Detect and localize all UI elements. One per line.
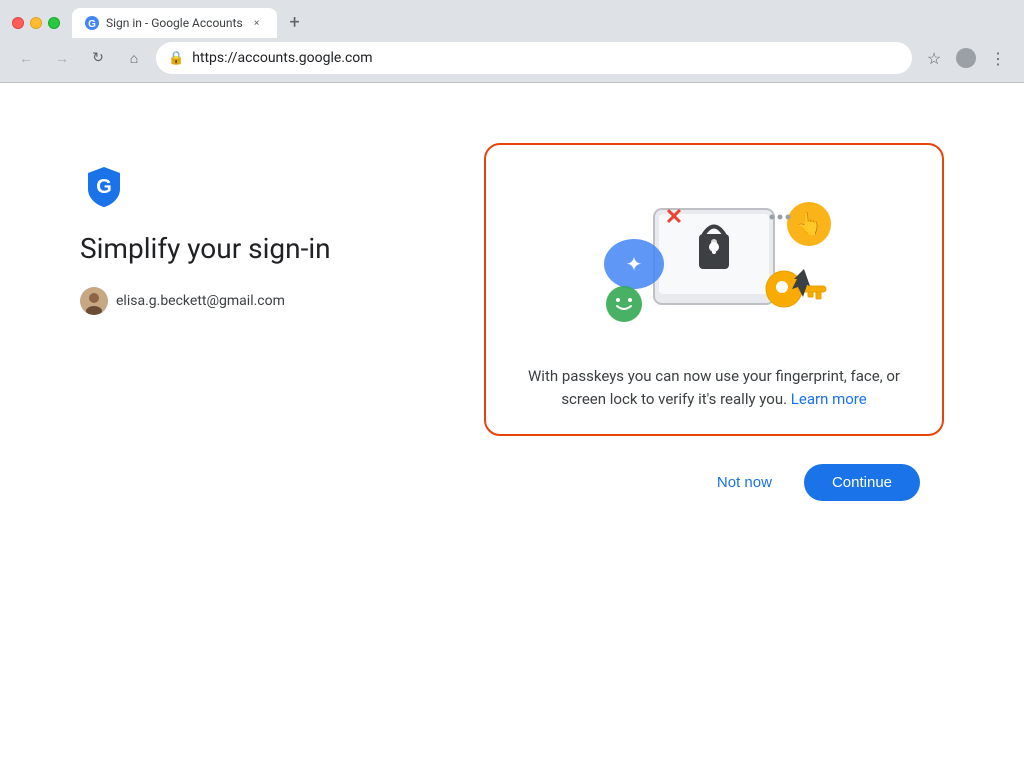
page-content: G Simplify your sign-in elisa.g.beckett@… [0,83,1024,771]
url-display: https://accounts.google.com [192,50,900,66]
forward-icon: → [55,50,69,67]
avatar [80,287,108,315]
traffic-lights [12,17,60,29]
new-tab-button[interactable]: + [281,8,309,36]
svg-text:✕: ✕ [665,205,683,230]
home-button[interactable]: ⌂ [120,44,148,72]
menu-button[interactable]: ⋮ [984,44,1012,72]
address-bar[interactable]: 🔒 https://accounts.google.com [156,42,912,74]
passkey-card: 👆 ✦ ✕ [484,143,944,436]
continue-button[interactable]: Continue [804,464,920,501]
tab-close-button[interactable]: × [249,15,265,31]
svg-text:✦: ✦ [626,252,643,276]
profile-icon [956,48,976,68]
svg-text:G: G [96,176,112,198]
reload-button[interactable]: ↻ [84,44,112,72]
card-description: With passkeys you can now use your finge… [510,365,918,410]
minimize-window-button[interactable] [30,17,42,29]
maximize-window-button[interactable] [48,17,60,29]
user-account: elisa.g.beckett@gmail.com [80,287,285,315]
left-panel: G Simplify your sign-in elisa.g.beckett@… [80,143,331,315]
back-button[interactable]: ← [12,44,40,72]
action-buttons: Not now Continue [701,464,920,501]
not-now-button[interactable]: Not now [701,466,788,499]
title-bar: G Sign in - Google Accounts × + [0,0,1024,38]
passkey-illustration: 👆 ✦ ✕ [554,179,874,339]
svg-text:👆: 👆 [795,211,822,237]
tab-bar: G Sign in - Google Accounts × + [72,8,309,38]
avatar-image [80,287,108,315]
browser-chrome: G Sign in - Google Accounts × + ← → ↻ ⌂ … [0,0,1024,83]
home-icon: ⌂ [130,50,138,67]
email-display: elisa.g.beckett@gmail.com [116,293,285,309]
address-bar-row: ← → ↻ ⌂ 🔒 https://accounts.google.com ☆ … [0,38,1024,82]
reload-icon: ↻ [92,50,104,66]
address-bar-actions: ☆ ⋮ [920,44,1012,72]
active-tab[interactable]: G Sign in - Google Accounts × [72,8,277,38]
forward-button[interactable]: → [48,44,76,72]
svg-text:G: G [88,19,96,30]
bookmark-icon: ☆ [927,49,941,68]
bookmark-button[interactable]: ☆ [920,44,948,72]
learn-more-link[interactable]: Learn more [791,390,867,408]
card-illustration: 👆 ✦ ✕ [510,169,918,349]
close-window-button[interactable] [12,17,24,29]
google-shield-logo: G [80,163,128,211]
profile-button[interactable] [952,44,980,72]
right-panel: 👆 ✦ ✕ [411,143,944,501]
lock-icon: 🔒 [168,51,184,66]
page-heading: Simplify your sign-in [80,231,331,267]
back-icon: ← [19,50,33,67]
menu-icon: ⋮ [990,49,1006,68]
tab-favicon-icon: G [84,15,100,31]
tab-title: Sign in - Google Accounts [106,16,243,30]
